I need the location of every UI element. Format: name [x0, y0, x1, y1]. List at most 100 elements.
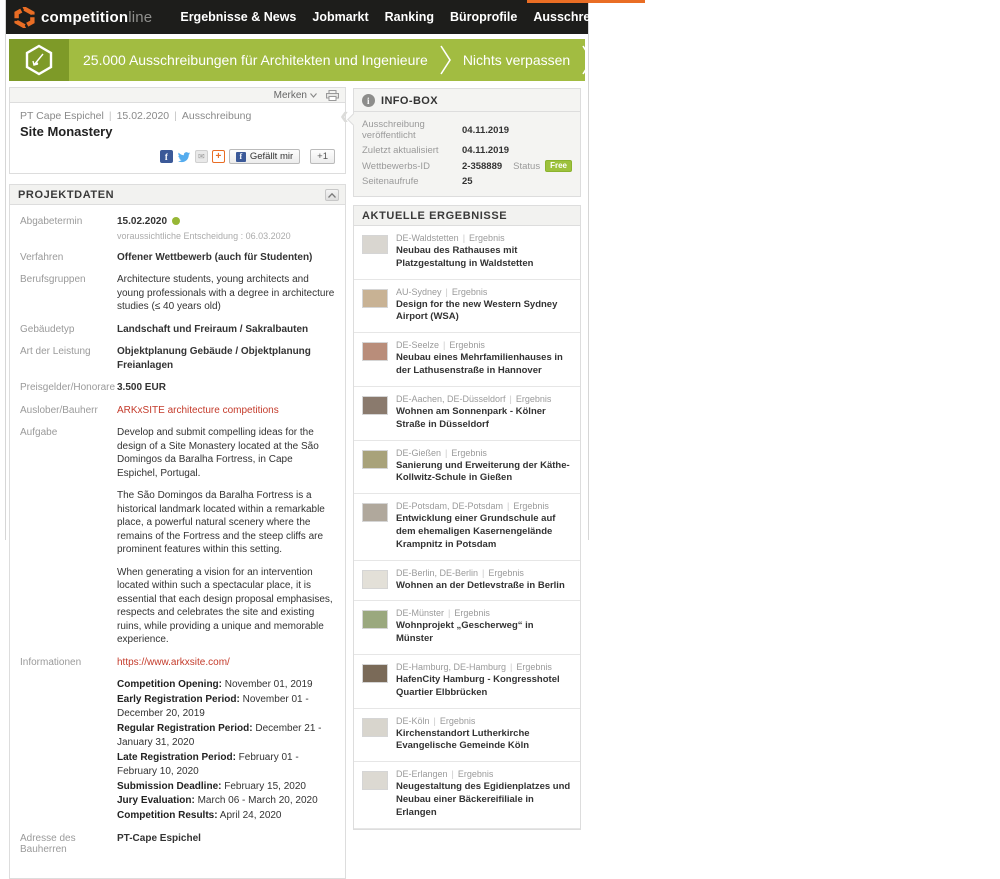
- result-meta: DE-Gießen | Ergebnis: [396, 447, 487, 458]
- result-tag: Ergebnis: [457, 769, 494, 780]
- sketch-hexagon-icon: [25, 44, 53, 76]
- result-list-item[interactable]: DE-Erlangen | Ergebnis Neugestaltung des E…: [354, 762, 580, 829]
- info-value: 25: [462, 176, 473, 187]
- result-thumbnail: [362, 717, 388, 737]
- info-row: Wettbewerbs-ID 2-358889 Status Free: [354, 158, 580, 174]
- result-list-item[interactable]: DE-Köln | Ergebnis Kirchenstandort Lutherk…: [354, 709, 580, 763]
- nav-item-label: Büroprofile: [449, 10, 518, 24]
- facebook-share-icon[interactable]: f: [159, 150, 173, 163]
- result-list-item[interactable]: DE-Aachen, DE-Düsseldorf | Ergebnis Wohnen…: [354, 387, 580, 441]
- nav-item[interactable]: Ergebnisse & News: [172, 0, 304, 34]
- result-list-item[interactable]: DE-Münster | Ergebnis Wohnprojekt „Gescher…: [354, 601, 580, 655]
- printer-icon[interactable]: [326, 89, 339, 101]
- content-area: Merken PT Cape Espichel | 15.02.2020 | Aussc…: [6, 87, 588, 879]
- hamburger-menu-icon[interactable]: [719, 0, 756, 34]
- chevron-separator-icon: [440, 45, 451, 75]
- result-location: DE-Köln: [396, 715, 430, 726]
- like-label: Gefällt mir: [249, 151, 294, 162]
- result-title: Wohnen am Sonnenpark - Kölner Straße in …: [396, 405, 546, 430]
- field-note: voraussichtliche Entscheidung : 06.03.20…: [117, 230, 291, 241]
- field-text: 15.02.2020: [117, 216, 168, 227]
- field-value: https://www.arkxsite.com/ Competition Op…: [117, 656, 335, 824]
- projektdaten-body: Abgabetermin 15.02.2020 voraussichtliche…: [10, 205, 345, 878]
- brand-name: competitionline: [41, 8, 153, 26]
- sidebar: i INFO-BOX Ausschreibung veröffentlicht …: [347, 87, 581, 879]
- project-data-row: Art der Leistung Objektplanung Gebäude /…: [20, 345, 335, 372]
- login-link[interactable]: Anmelden: [647, 0, 719, 34]
- result-meta: DE-Hamburg, DE-Hamburg | Ergebnis: [396, 662, 552, 672]
- result-location: DE-Aachen, DE-Düsseldorf: [396, 393, 506, 404]
- facebook-like-button[interactable]: f Gefällt mir: [228, 149, 301, 164]
- result-location: DE-Hamburg, DE-Hamburg: [396, 662, 507, 672]
- nav-item[interactable]: Ausschreibungen: [525, 0, 647, 34]
- result-list-item[interactable]: AU-Sydney | Ergebnis Design for the new We…: [354, 280, 580, 334]
- main-nav: Ergebnisse & News Jobmarkt Ranking Bürop…: [172, 0, 647, 34]
- addthis-share-icon[interactable]: +: [211, 150, 225, 163]
- result-title: HafenCity Hamburg - Kongresshotel Quarti…: [396, 674, 560, 698]
- result-text: DE-Gießen | Ergebnis Sanierung und Erweite…: [396, 448, 572, 486]
- result-tag: Ergebnis: [516, 662, 552, 672]
- result-thumbnail: [362, 342, 388, 362]
- project-data-row: Berufsgruppen Architecture students, you…: [20, 273, 335, 314]
- result-thumbnail: [362, 771, 388, 791]
- result-meta: DE-Waldstetten | Ergebnis: [396, 233, 505, 243]
- result-tag: Ergebnis: [488, 567, 524, 578]
- results-title: AKTUELLE ERGEBNISSE: [362, 210, 508, 222]
- info-value: 04.11.2019: [462, 145, 510, 156]
- field-label: Adresse des Bauherren: [20, 833, 76, 856]
- result-list-item[interactable]: DE-Hamburg, DE-Hamburg | Ergebnis HafenCit…: [354, 655, 580, 709]
- result-meta: AU-Sydney | Ergebnis: [396, 286, 488, 297]
- result-list-item[interactable]: DE-Seelze | Ergebnis Neubau eines Mehrfami…: [354, 333, 580, 387]
- promo-banner: 25.000 Ausschreibungen für Architekten u…: [9, 39, 585, 81]
- field-link[interactable]: ARKxSITE architecture competitions: [117, 404, 279, 418]
- field-label: Preisgelder/Honorare: [20, 382, 116, 394]
- google-plusone-button[interactable]: +1: [310, 149, 335, 164]
- result-list-item[interactable]: DE-Waldstetten | Ergebnis Neubau des Ratha…: [354, 226, 580, 280]
- result-title: Sanierung und Erweiterung der Käthe-Koll…: [396, 459, 570, 484]
- result-tag: Ergebnis: [454, 608, 490, 619]
- chevron-down-icon: [310, 92, 317, 98]
- result-tag: Ergebnis: [439, 715, 476, 726]
- field-value: Develop and submit compelling ideas for …: [117, 426, 335, 647]
- info-box-rows: Ausschreibung veröffentlicht 04.11.2019 …: [354, 117, 580, 189]
- project-data-row: Abgabetermin 15.02.2020 voraussichtliche…: [20, 215, 335, 242]
- result-list-item[interactable]: DE-Gießen | Ergebnis Sanierung und Erweite…: [354, 441, 580, 495]
- nav-item-label: Jobmarkt: [312, 10, 369, 24]
- field-text: Architecture students, young architects …: [117, 274, 335, 313]
- results-header: AKTUELLE ERGEBNISSE: [354, 206, 580, 226]
- info-box: i INFO-BOX Ausschreibung veröffentlicht …: [347, 88, 581, 197]
- nav-item[interactable]: Büroprofile: [442, 0, 525, 34]
- chevron-separator-icon: [582, 45, 585, 75]
- result-location: DE-Erlangen: [396, 769, 448, 780]
- brand-logo[interactable]: competitionline: [6, 0, 162, 34]
- email-share-icon[interactable]: ✉: [194, 150, 208, 163]
- result-location: DE-Gießen: [396, 447, 442, 458]
- merken-dropdown[interactable]: Merken: [274, 90, 317, 101]
- result-title: Wohnprojekt „Gescherweg“ in Münster: [396, 620, 534, 645]
- result-tag: Ergebnis: [449, 340, 485, 351]
- field-link[interactable]: https://www.arkxsite.com/: [117, 656, 230, 670]
- field-label: Abgabetermin: [20, 216, 83, 227]
- nav-item[interactable]: Ranking: [377, 0, 442, 34]
- breadcrumb-type: Ausschreibung: [181, 110, 252, 122]
- field-text: 3.500 EUR: [117, 382, 166, 394]
- field-value: ARKxSITE architecture competitions: [117, 404, 335, 418]
- project-data-row: Aufgabe Develop and submit compelling id…: [20, 426, 335, 647]
- main-column: Merken PT Cape Espichel | 15.02.2020 | Aussc…: [9, 87, 346, 879]
- page-container: competitionline Ergebnisse & News Jobmar…: [5, 0, 747, 879]
- result-list-item[interactable]: DE-Berlin, DE-Berlin | Ergebnis Wohnen an …: [354, 561, 580, 602]
- result-title: Neubau eines Mehrfamilienhauses in der L…: [396, 352, 563, 377]
- status-wrap: Status Free: [513, 160, 572, 172]
- merken-label: Merken: [273, 89, 307, 101]
- result-list-item[interactable]: DE-Potsdam, DE-Potsdam | Ergebnis Entwickl…: [354, 494, 580, 561]
- nav-item[interactable]: Jobmarkt: [304, 0, 376, 34]
- field-value: Objektplanung Gebäude / Objektplanung Fr…: [117, 345, 335, 372]
- result-tag: Ergebnis: [515, 393, 552, 404]
- result-meta: DE-Münster | Ergebnis: [396, 608, 490, 619]
- twitter-share-icon[interactable]: [177, 151, 191, 163]
- nav-item-label: Ausschreibungen: [533, 10, 639, 24]
- result-title: Neubau des Rathauses mit Platzgestaltung…: [396, 245, 534, 269]
- result-thumbnail: [362, 235, 388, 254]
- collapse-section-button[interactable]: [325, 189, 339, 201]
- field-value: 15.02.2020 voraussichtliche Entscheidung…: [117, 215, 335, 242]
